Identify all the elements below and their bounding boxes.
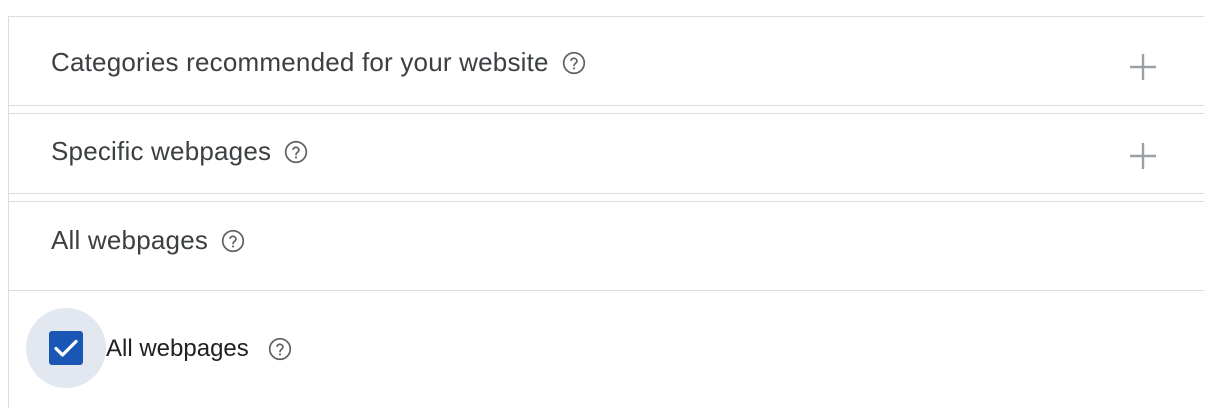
check-icon xyxy=(54,339,78,357)
section-title: All webpages xyxy=(51,225,209,255)
section-title-row: Specific webpages xyxy=(51,136,309,167)
section-categories-recommended[interactable]: Categories recommended for your website xyxy=(9,17,1204,106)
all-webpages-checkbox-row: All webpages xyxy=(9,291,1204,409)
help-circle-icon[interactable] xyxy=(561,50,587,76)
help-circle-icon[interactable] xyxy=(283,139,309,165)
section-title: Specific webpages xyxy=(51,136,272,166)
checkbox-label-row: All webpages xyxy=(106,335,293,363)
help-circle-icon[interactable] xyxy=(220,228,246,254)
section-title-row: Categories recommended for your website xyxy=(51,47,587,78)
all-webpages-checkbox[interactable] xyxy=(49,331,83,365)
help-circle-icon[interactable] xyxy=(267,336,293,362)
targeting-panel: Categories recommended for your website … xyxy=(8,16,1204,408)
plus-icon[interactable] xyxy=(1127,140,1159,172)
section-title-row: All webpages xyxy=(51,225,246,256)
section-title: Categories recommended for your website xyxy=(51,47,549,77)
section-specific-webpages[interactable]: Specific webpages xyxy=(9,113,1204,194)
plus-icon[interactable] xyxy=(1127,51,1159,83)
section-all-webpages: All webpages xyxy=(9,201,1204,291)
checkbox-label[interactable]: All webpages xyxy=(106,335,249,363)
